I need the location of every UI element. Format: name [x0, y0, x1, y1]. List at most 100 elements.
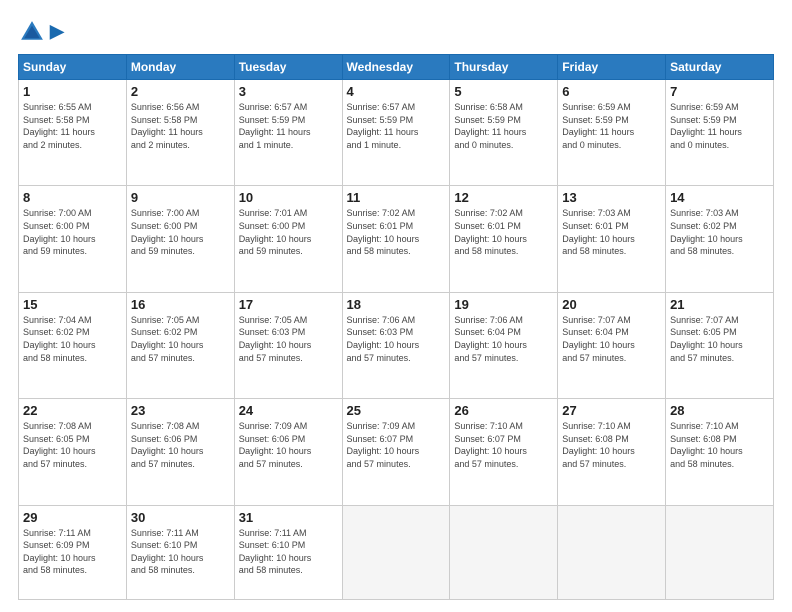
- day-info: Sunrise: 7:08 AM Sunset: 6:05 PM Dayligh…: [23, 420, 122, 470]
- day-info: Sunrise: 7:02 AM Sunset: 6:01 PM Dayligh…: [347, 207, 446, 257]
- day-info: Sunrise: 7:06 AM Sunset: 6:04 PM Dayligh…: [454, 314, 553, 364]
- logo-text: ▶: [50, 22, 64, 42]
- calendar-cell: 16 Sunrise: 7:05 AM Sunset: 6:02 PM Dayli…: [126, 292, 234, 398]
- calendar-cell: 13Sunrise: 7:03 AM Sunset: 6:01 PM Dayli…: [558, 186, 666, 292]
- day-number: 28: [670, 403, 769, 418]
- calendar-row-2: 15 Sunrise: 7:04 AM Sunset: 6:02 PM Dayli…: [19, 292, 774, 398]
- calendar-cell: [666, 505, 774, 599]
- day-info: Sunrise: 7:11 AM Sunset: 6:09 PM Dayligh…: [23, 527, 122, 577]
- calendar-cell: 10 Sunrise: 7:01 AM Sunset: 6:00 PM Dayli…: [234, 186, 342, 292]
- day-number: 16: [131, 297, 230, 312]
- calendar-cell: 5Sunrise: 6:58 AM Sunset: 5:59 PM Daylig…: [450, 80, 558, 186]
- day-header-saturday: Saturday: [666, 55, 774, 80]
- calendar-cell: 20Sunrise: 7:07 AM Sunset: 6:04 PM Dayli…: [558, 292, 666, 398]
- calendar-cell: 17Sunrise: 7:05 AM Sunset: 6:03 PM Dayli…: [234, 292, 342, 398]
- calendar-cell: 8 Sunrise: 7:00 AM Sunset: 6:00 PM Daylig…: [19, 186, 127, 292]
- day-number: 3: [239, 84, 338, 99]
- day-info: Sunrise: 7:00 AM Sunset: 6:00 PM Dayligh…: [131, 207, 230, 257]
- calendar-cell: 11 Sunrise: 7:02 AM Sunset: 6:01 PM Dayli…: [342, 186, 450, 292]
- calendar-cell: 3 Sunrise: 6:57 AM Sunset: 5:59 PM Daylig…: [234, 80, 342, 186]
- calendar-cell: 7 Sunrise: 6:59 AM Sunset: 5:59 PM Daylig…: [666, 80, 774, 186]
- day-number: 9: [131, 190, 230, 205]
- day-number: 8: [23, 190, 122, 205]
- day-number: 11: [347, 190, 446, 205]
- day-number: 23: [131, 403, 230, 418]
- calendar-header-row: SundayMondayTuesdayWednesdayThursdayFrid…: [19, 55, 774, 80]
- day-info: Sunrise: 6:59 AM Sunset: 5:59 PM Dayligh…: [562, 101, 661, 151]
- day-number: 10: [239, 190, 338, 205]
- calendar-cell: 25Sunrise: 7:09 AM Sunset: 6:07 PM Dayli…: [342, 399, 450, 505]
- day-number: 2: [131, 84, 230, 99]
- calendar-cell: [558, 505, 666, 599]
- calendar-cell: 9 Sunrise: 7:00 AM Sunset: 6:00 PM Daylig…: [126, 186, 234, 292]
- day-header-sunday: Sunday: [19, 55, 127, 80]
- day-info: Sunrise: 7:05 AM Sunset: 6:02 PM Dayligh…: [131, 314, 230, 364]
- calendar-cell: 22 Sunrise: 7:08 AM Sunset: 6:05 PM Dayli…: [19, 399, 127, 505]
- logo: ▶: [18, 18, 64, 46]
- day-number: 19: [454, 297, 553, 312]
- day-info: Sunrise: 7:10 AM Sunset: 6:08 PM Dayligh…: [670, 420, 769, 470]
- day-number: 27: [562, 403, 661, 418]
- calendar-cell: 27 Sunrise: 7:10 AM Sunset: 6:08 PM Dayli…: [558, 399, 666, 505]
- calendar-cell: 29 Sunrise: 7:11 AM Sunset: 6:09 PM Dayli…: [19, 505, 127, 599]
- day-header-tuesday: Tuesday: [234, 55, 342, 80]
- day-number: 22: [23, 403, 122, 418]
- day-info: Sunrise: 7:00 AM Sunset: 6:00 PM Dayligh…: [23, 207, 122, 257]
- day-info: Sunrise: 7:10 AM Sunset: 6:07 PM Dayligh…: [454, 420, 553, 470]
- calendar-cell: 21 Sunrise: 7:07 AM Sunset: 6:05 PM Dayli…: [666, 292, 774, 398]
- day-info: Sunrise: 7:01 AM Sunset: 6:00 PM Dayligh…: [239, 207, 338, 257]
- calendar-cell: 15 Sunrise: 7:04 AM Sunset: 6:02 PM Dayli…: [19, 292, 127, 398]
- calendar-cell: 23Sunrise: 7:08 AM Sunset: 6:06 PM Dayli…: [126, 399, 234, 505]
- calendar-cell: 12Sunrise: 7:02 AM Sunset: 6:01 PM Dayli…: [450, 186, 558, 292]
- day-info: Sunrise: 6:56 AM Sunset: 5:58 PM Dayligh…: [131, 101, 230, 151]
- calendar-cell: 30 Sunrise: 7:11 AM Sunset: 6:10 PM Dayli…: [126, 505, 234, 599]
- day-info: Sunrise: 6:58 AM Sunset: 5:59 PM Dayligh…: [454, 101, 553, 151]
- calendar-cell: [342, 505, 450, 599]
- day-number: 20: [562, 297, 661, 312]
- calendar-cell: 4 Sunrise: 6:57 AM Sunset: 5:59 PM Daylig…: [342, 80, 450, 186]
- calendar-row-3: 22 Sunrise: 7:08 AM Sunset: 6:05 PM Dayli…: [19, 399, 774, 505]
- calendar-cell: 14Sunrise: 7:03 AM Sunset: 6:02 PM Dayli…: [666, 186, 774, 292]
- day-header-thursday: Thursday: [450, 55, 558, 80]
- day-info: Sunrise: 6:57 AM Sunset: 5:59 PM Dayligh…: [347, 101, 446, 151]
- calendar-cell: 6Sunrise: 6:59 AM Sunset: 5:59 PM Daylig…: [558, 80, 666, 186]
- day-info: Sunrise: 7:03 AM Sunset: 6:01 PM Dayligh…: [562, 207, 661, 257]
- day-number: 4: [347, 84, 446, 99]
- day-info: Sunrise: 7:09 AM Sunset: 6:07 PM Dayligh…: [347, 420, 446, 470]
- calendar-cell: 19 Sunrise: 7:06 AM Sunset: 6:04 PM Dayli…: [450, 292, 558, 398]
- calendar-cell: 18 Sunrise: 7:06 AM Sunset: 6:03 PM Dayli…: [342, 292, 450, 398]
- day-info: Sunrise: 7:02 AM Sunset: 6:01 PM Dayligh…: [454, 207, 553, 257]
- day-info: Sunrise: 7:04 AM Sunset: 6:02 PM Dayligh…: [23, 314, 122, 364]
- day-info: Sunrise: 7:06 AM Sunset: 6:03 PM Dayligh…: [347, 314, 446, 364]
- day-number: 21: [670, 297, 769, 312]
- day-info: Sunrise: 7:07 AM Sunset: 6:05 PM Dayligh…: [670, 314, 769, 364]
- day-header-monday: Monday: [126, 55, 234, 80]
- day-info: Sunrise: 6:59 AM Sunset: 5:59 PM Dayligh…: [670, 101, 769, 151]
- day-number: 31: [239, 510, 338, 525]
- day-number: 29: [23, 510, 122, 525]
- calendar-cell: 2 Sunrise: 6:56 AM Sunset: 5:58 PM Daylig…: [126, 80, 234, 186]
- day-header-wednesday: Wednesday: [342, 55, 450, 80]
- calendar-cell: 24Sunrise: 7:09 AM Sunset: 6:06 PM Dayli…: [234, 399, 342, 505]
- day-number: 30: [131, 510, 230, 525]
- day-info: Sunrise: 6:57 AM Sunset: 5:59 PM Dayligh…: [239, 101, 338, 151]
- calendar-row-1: 8 Sunrise: 7:00 AM Sunset: 6:00 PM Daylig…: [19, 186, 774, 292]
- calendar-cell: 31Sunrise: 7:11 AM Sunset: 6:10 PM Dayli…: [234, 505, 342, 599]
- day-info: Sunrise: 7:10 AM Sunset: 6:08 PM Dayligh…: [562, 420, 661, 470]
- day-number: 7: [670, 84, 769, 99]
- day-info: Sunrise: 7:05 AM Sunset: 6:03 PM Dayligh…: [239, 314, 338, 364]
- day-info: Sunrise: 7:03 AM Sunset: 6:02 PM Dayligh…: [670, 207, 769, 257]
- day-info: Sunrise: 7:09 AM Sunset: 6:06 PM Dayligh…: [239, 420, 338, 470]
- day-info: Sunrise: 7:11 AM Sunset: 6:10 PM Dayligh…: [131, 527, 230, 577]
- day-number: 18: [347, 297, 446, 312]
- calendar-row-4: 29 Sunrise: 7:11 AM Sunset: 6:09 PM Dayli…: [19, 505, 774, 599]
- day-number: 15: [23, 297, 122, 312]
- calendar-table: SundayMondayTuesdayWednesdayThursdayFrid…: [18, 54, 774, 600]
- calendar-cell: [450, 505, 558, 599]
- day-header-friday: Friday: [558, 55, 666, 80]
- calendar-cell: 28 Sunrise: 7:10 AM Sunset: 6:08 PM Dayli…: [666, 399, 774, 505]
- day-number: 1: [23, 84, 122, 99]
- day-info: Sunrise: 6:55 AM Sunset: 5:58 PM Dayligh…: [23, 101, 122, 151]
- header: ▶: [18, 18, 774, 46]
- calendar-row-0: 1 Sunrise: 6:55 AM Sunset: 5:58 PM Daylig…: [19, 80, 774, 186]
